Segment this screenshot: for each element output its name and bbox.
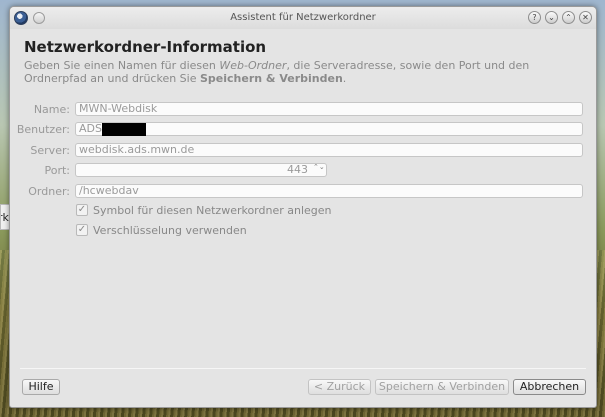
help-button[interactable]: Hilfe xyxy=(22,379,60,395)
folder-label: Ordner: xyxy=(28,185,70,198)
description-text-1: Geben Sie einen Namen für diesen xyxy=(24,59,220,72)
redaction-bar xyxy=(102,123,146,136)
port-spinbox[interactable]: 443 ⌃⌄ xyxy=(75,163,327,177)
minimize-icon[interactable]: ⌄ xyxy=(545,11,558,24)
name-label: Name: xyxy=(33,103,70,116)
encryption-checkbox[interactable]: ✓ xyxy=(76,224,88,236)
close-icon[interactable]: ✕ xyxy=(579,11,592,24)
port-value: 443 xyxy=(287,163,308,176)
page-description: Geben Sie einen Namen für diesen Web-Ord… xyxy=(24,59,589,85)
folder-field[interactable]: /hcwebdav xyxy=(75,184,583,198)
port-label: Port: xyxy=(44,164,70,177)
symbol-checkbox[interactable]: ✓ xyxy=(76,204,88,216)
cancel-button[interactable]: Abbrechen xyxy=(513,379,586,395)
page-heading: Netzwerkordner-Information xyxy=(24,38,267,56)
description-strong: Speichern & Verbinden xyxy=(199,72,343,85)
title-bar[interactable]: Assistent für Netzwerkordner ? ⌄ ⌃ ✕ xyxy=(10,7,596,29)
help-title-icon[interactable]: ? xyxy=(528,11,541,24)
button-separator xyxy=(20,368,586,369)
server-field[interactable]: webdisk.ads.mwn.de xyxy=(75,143,583,157)
save-connect-button[interactable]: Speichern & Verbinden xyxy=(375,379,509,395)
user-field[interactable]: ADSW xyxy=(75,122,583,136)
symbol-label: Symbol für diesen Netzwerkordner anlegen xyxy=(93,204,332,217)
encryption-label: Verschlüsselung verwenden xyxy=(93,224,247,237)
user-label: Benutzer: xyxy=(16,123,70,136)
user-row: Benutzer: ADSW xyxy=(10,122,596,137)
server-row: Server: webdisk.ads.mwn.de xyxy=(10,143,596,158)
maximize-icon[interactable]: ⌃ xyxy=(562,11,575,24)
spin-arrows-icon[interactable]: ⌃⌄ xyxy=(313,164,325,176)
name-row: Name: MWN-Webdisk xyxy=(10,102,596,117)
server-label: Server: xyxy=(30,144,70,157)
folder-row: Ordner: /hcwebdav xyxy=(10,184,596,199)
back-button[interactable]: < Zurück xyxy=(308,379,371,395)
port-row: Port: 443 ⌃⌄ xyxy=(10,163,596,178)
window-title: Assistent für Netzwerkordner xyxy=(230,12,376,23)
name-field[interactable]: MWN-Webdisk xyxy=(75,102,583,116)
description-emphasis: Web-Ordner xyxy=(219,59,287,72)
background-window-text: rk xyxy=(1,211,9,224)
description-text-3: . xyxy=(342,72,347,85)
network-folder-dialog: Assistent für Netzwerkordner ? ⌄ ⌃ ✕ Net… xyxy=(9,6,597,408)
